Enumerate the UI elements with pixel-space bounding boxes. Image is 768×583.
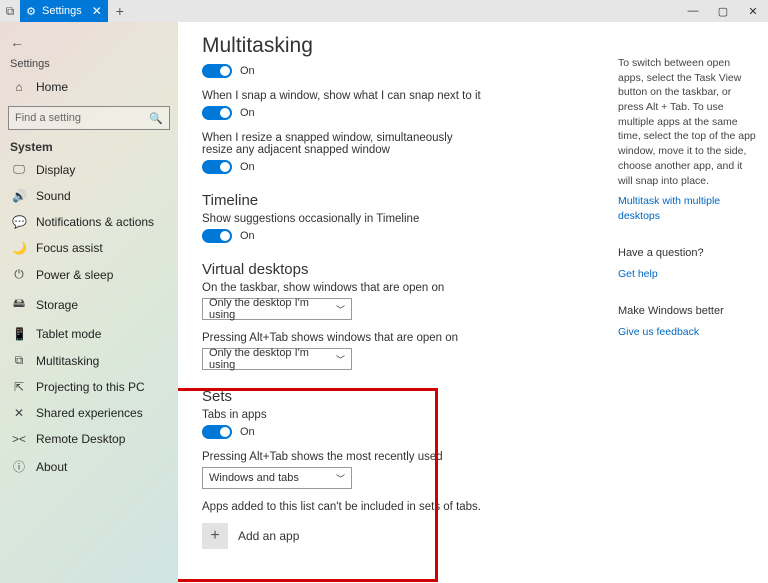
vd-alttab-text: Pressing Alt+Tab shows windows that are … <box>202 332 482 344</box>
sidebar-item-label: About <box>36 460 67 474</box>
tab-label: Settings <box>42 5 82 17</box>
select-value: Windows and tabs <box>209 472 299 484</box>
sidebar-item-label: Focus assist <box>36 241 103 255</box>
search-placeholder: Find a setting <box>15 112 81 124</box>
sidebar-item-remote-desktop[interactable]: >< Remote Desktop <box>0 426 178 452</box>
plus-icon: + <box>202 523 228 549</box>
snap-toggle[interactable] <box>202 64 232 78</box>
toggle-state: On <box>240 230 255 242</box>
storage-icon: 🖴 <box>12 294 26 315</box>
home-icon: ⌂ <box>12 80 26 94</box>
about-icon: ⓘ <box>12 458 26 475</box>
sound-icon: 🔊 <box>12 189 26 203</box>
sets-tabs-text: Tabs in apps <box>202 409 482 421</box>
window-controls: — ▢ ✕ <box>678 0 768 22</box>
sidebar: ← Settings ⌂ Home Find a setting 🔍 Syste… <box>0 22 178 583</box>
sidebar-item-notifications[interactable]: 💬 Notifications & actions <box>0 209 178 235</box>
snap-show-text: When I snap a window, show what I can sn… <box>202 90 482 102</box>
display-icon: 🖵 <box>12 162 26 177</box>
sidebar-item-label: Power & sleep <box>36 268 113 282</box>
close-tab-icon[interactable]: ✕ <box>92 4 102 18</box>
snap-resize-toggle[interactable] <box>202 160 232 174</box>
search-icon: 🔍 <box>149 112 163 125</box>
sidebar-item-label: Projecting to this PC <box>36 380 145 394</box>
minimize-button[interactable]: — <box>678 0 708 22</box>
shared-experiences-icon: ✕ <box>12 406 26 420</box>
select-value: Only the desktop I'm using <box>209 297 336 321</box>
main-content: Multitasking On When I snap a window, sh… <box>178 22 768 583</box>
power-sleep-icon: ⏻ <box>12 267 26 282</box>
snap-show-toggle[interactable] <box>202 106 232 120</box>
feedback-link[interactable]: Give us feedback <box>618 325 758 340</box>
sidebar-item-home[interactable]: ⌂ Home <box>0 74 178 100</box>
sidebar-item-label: Tablet mode <box>36 327 101 341</box>
vd-taskbar-text: On the taskbar, show windows that are op… <box>202 282 482 294</box>
get-help-link[interactable]: Get help <box>618 267 758 282</box>
settings-tab[interactable]: ⚙ Settings ✕ <box>20 0 108 22</box>
sidebar-item-label: Sound <box>36 189 71 203</box>
add-app-button[interactable]: + Add an app <box>202 523 744 549</box>
window-titlebar: ⧉ ⚙ Settings ✕ + — ▢ ✕ <box>0 0 768 22</box>
chevron-down-icon: ﹀ <box>336 353 345 366</box>
vd-alttab-select[interactable]: Only the desktop I'm using﹀ <box>202 348 352 370</box>
sidebar-item-label: Notifications & actions <box>36 215 154 229</box>
maximize-button[interactable]: ▢ <box>708 0 738 22</box>
chevron-down-icon: ﹀ <box>336 303 345 316</box>
sidebar-item-label: Display <box>36 163 75 177</box>
sidebar-item-label: Home <box>36 80 68 94</box>
sidebar-section-system: System <box>0 136 178 156</box>
question-heading: Have a question? <box>618 246 758 261</box>
timeline-toggle[interactable] <box>202 229 232 243</box>
sets-alttab-select[interactable]: Windows and tabs ﹀ <box>202 467 352 489</box>
sidebar-item-sound[interactable]: 🔊 Sound <box>0 183 178 209</box>
toggle-state: On <box>240 107 255 119</box>
vd-taskbar-select[interactable]: Only the desktop I'm using﹀ <box>202 298 352 320</box>
settings-gear-icon: ⚙ <box>24 4 38 18</box>
page-title: Multitasking <box>202 34 744 58</box>
sidebar-item-storage[interactable]: 🖴 Storage <box>0 288 178 321</box>
back-button[interactable]: ← <box>0 30 28 54</box>
sets-heading: Sets <box>202 388 744 405</box>
remote-desktop-icon: >< <box>12 432 26 446</box>
tab-preview-icon[interactable]: ⧉ <box>0 0 20 22</box>
tablet-mode-icon: 📱 <box>12 327 26 341</box>
multitasking-icon: ⧉ <box>12 353 26 368</box>
snap-resize-text: When I resize a snapped window, simultan… <box>202 132 482 156</box>
sidebar-item-multitasking[interactable]: ⧉ Multitasking <box>0 347 178 374</box>
close-window-button[interactable]: ✕ <box>738 0 768 22</box>
toggle-state: On <box>240 426 255 438</box>
sidebar-item-label: Storage <box>36 298 78 312</box>
sidebar-item-label: Shared experiences <box>36 406 143 420</box>
sidebar-item-display[interactable]: 🖵 Display <box>0 156 178 183</box>
notifications-icon: 💬 <box>12 215 26 229</box>
select-value: Only the desktop I'm using <box>209 347 336 371</box>
new-tab-button[interactable]: + <box>108 0 132 22</box>
help-panel: To switch between open apps, select the … <box>618 56 758 340</box>
focus-assist-icon: 🌙 <box>12 241 26 255</box>
app-title: Settings <box>0 54 178 74</box>
chevron-down-icon: ﹀ <box>336 472 345 485</box>
sets-note-text: Apps added to this list can't be include… <box>202 501 482 513</box>
sidebar-item-shared-experiences[interactable]: ✕ Shared experiences <box>0 400 178 426</box>
sidebar-item-projecting[interactable]: ⇱ Projecting to this PC <box>0 374 178 400</box>
help-tip-text: To switch between open apps, select the … <box>618 56 758 188</box>
toggle-state: On <box>240 161 255 173</box>
sets-tabs-toggle[interactable] <box>202 425 232 439</box>
back-arrow-icon: ← <box>10 34 24 50</box>
search-input[interactable]: Find a setting 🔍 <box>8 106 170 130</box>
sidebar-item-focus-assist[interactable]: 🌙 Focus assist <box>0 235 178 261</box>
sidebar-item-about[interactable]: ⓘ About <box>0 452 178 481</box>
projecting-icon: ⇱ <box>12 380 26 394</box>
multitask-link[interactable]: Multitask with multiple desktops <box>618 194 758 223</box>
sidebar-item-power-sleep[interactable]: ⏻ Power & sleep <box>0 261 178 288</box>
sidebar-item-label: Remote Desktop <box>36 432 125 446</box>
timeline-text: Show suggestions occasionally in Timelin… <box>202 213 482 225</box>
sidebar-item-tablet-mode[interactable]: 📱 Tablet mode <box>0 321 178 347</box>
toggle-state: On <box>240 65 255 77</box>
add-app-label: Add an app <box>238 529 299 543</box>
sets-alttab-text: Pressing Alt+Tab shows the most recently… <box>202 451 482 463</box>
feedback-heading: Make Windows better <box>618 304 758 319</box>
sidebar-item-label: Multitasking <box>36 354 99 368</box>
